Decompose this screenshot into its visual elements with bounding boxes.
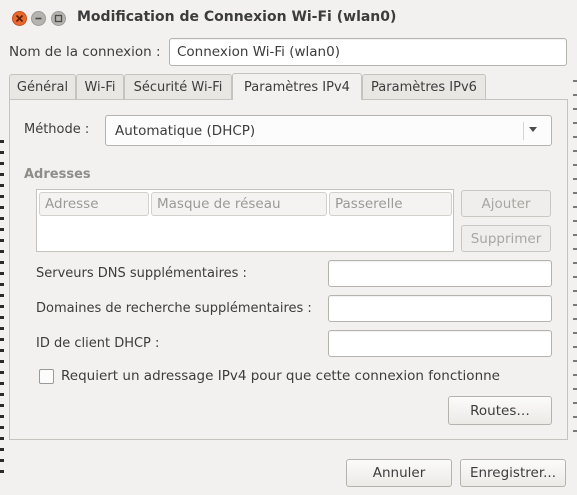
window-maximize-button[interactable]: [51, 11, 66, 26]
tab-wifi-security[interactable]: Sécurité Wi-Fi: [124, 74, 232, 100]
add-address-button[interactable]: Ajouter: [461, 190, 551, 217]
column-header-gateway[interactable]: Passerelle: [329, 192, 452, 216]
cancel-button[interactable]: Annuler: [346, 459, 452, 487]
column-header-address[interactable]: Adresse: [39, 192, 149, 216]
dns-servers-label: Serveurs DNS supplémentaires :: [36, 266, 247, 281]
tab-ipv4-settings[interactable]: Paramètres IPv4: [232, 73, 362, 100]
column-header-netmask[interactable]: Masque de réseau: [151, 192, 327, 216]
background-window-edge-right: [573, 80, 577, 440]
delete-address-button[interactable]: Supprimer: [461, 225, 551, 252]
method-select-value: Automatique (DHCP): [115, 123, 256, 139]
close-icon: [15, 14, 24, 23]
dns-servers-input[interactable]: [328, 260, 552, 287]
maximize-icon: [54, 14, 63, 23]
tab-general[interactable]: Général: [9, 74, 76, 100]
tab-general-label: Général: [16, 80, 69, 95]
tab-wifi-security-label: Sécurité Wi-Fi: [133, 80, 223, 95]
routes-button[interactable]: Routes…: [448, 396, 552, 425]
save-button[interactable]: Enregistrer...: [460, 459, 566, 487]
connection-name-value: Connexion Wi-Fi (wlan0): [177, 44, 340, 60]
require-ipv4-label[interactable]: Requiert un adressage IPv4 pour que cett…: [61, 368, 500, 384]
addresses-heading: Adresses: [24, 167, 91, 182]
addresses-table[interactable]: Adresse Masque de réseau Passerelle: [36, 189, 454, 252]
method-select[interactable]: Automatique (DHCP): [105, 115, 552, 146]
chevron-down-icon: [529, 127, 537, 132]
connection-name-input[interactable]: Connexion Wi-Fi (wlan0): [169, 38, 567, 66]
require-ipv4-checkbox[interactable]: [39, 369, 54, 384]
dhcp-client-id-input[interactable]: [328, 330, 552, 357]
dhcp-client-id-label: ID de client DHCP :: [36, 336, 160, 351]
connection-name-label: Nom de la connexion :: [9, 44, 161, 60]
tab-ipv6-settings-label: Paramètres IPv6: [371, 80, 477, 95]
search-domains-input[interactable]: [328, 295, 552, 322]
tab-wifi[interactable]: Wi-Fi: [76, 74, 124, 100]
search-domains-label: Domaines de recherche supplémentaires :: [36, 301, 312, 316]
method-label: Méthode :: [24, 122, 90, 137]
window-minimize-button[interactable]: [31, 11, 46, 26]
method-select-separator: [523, 122, 524, 140]
tab-ipv4-settings-label: Paramètres IPv4: [244, 79, 350, 95]
tab-ipv6-settings[interactable]: Paramètres IPv6: [362, 74, 486, 100]
window-title: Modification de Connexion Wi-Fi (wlan0): [77, 9, 397, 25]
background-window-edge: [0, 140, 4, 480]
tab-wifi-label: Wi-Fi: [84, 80, 116, 95]
minimize-icon: [35, 17, 42, 20]
window-close-button[interactable]: [12, 11, 27, 26]
